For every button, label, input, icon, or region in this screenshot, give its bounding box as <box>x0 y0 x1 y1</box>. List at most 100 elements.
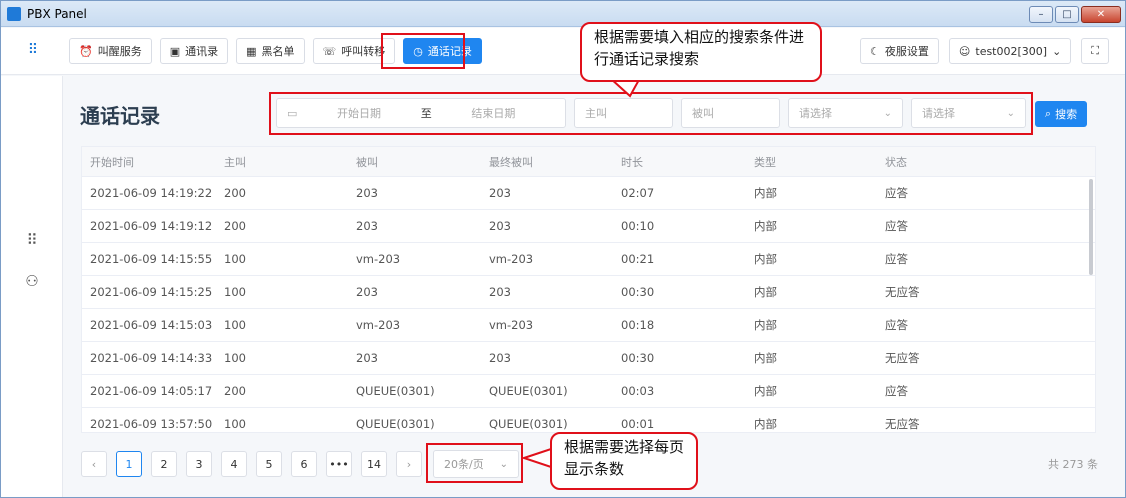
cell-duration: 00:30 <box>621 285 655 299</box>
user-icon: ☺ <box>958 44 971 58</box>
cell-type: 内部 <box>754 318 777 332</box>
fullscreen-button[interactable]: ⛶ <box>1081 38 1109 64</box>
phone-forward-icon: ☏ <box>322 44 337 58</box>
table-row[interactable]: 2021-06-09 14:05:17 200 QUEUE(0301) QUEUE(0… <box>82 375 1095 408</box>
next-page-button[interactable]: › <box>396 451 422 477</box>
cell-callee: vm-203 <box>356 252 401 266</box>
page-size-hint-callout: 根据需要选择每页显示条数 <box>550 432 698 490</box>
alarm-clock-icon: ⏰ <box>79 44 93 58</box>
nav-blacklist[interactable]: ▦ 黑名单 <box>236 38 305 64</box>
table-row[interactable]: 2021-06-09 14:19:22 200 203 203 02:07 内部 应答 <box>82 177 1095 210</box>
cell-caller: 100 <box>224 285 246 299</box>
cell-start-time: 2021-06-09 14:05:17 <box>90 384 213 398</box>
cell-caller: 100 <box>224 351 246 365</box>
page-button[interactable]: 14 <box>361 451 387 477</box>
cell-type: 内部 <box>754 384 777 398</box>
col-type[interactable]: 类型 <box>746 154 877 170</box>
table-row[interactable]: 2021-06-09 14:15:55 100 vm-203 vm-203 00:21 内… <box>82 243 1095 276</box>
table-row[interactable]: 2021-06-09 14:19:12 200 203 203 00:10 内部 应答 <box>82 210 1095 243</box>
cell-duration: 00:30 <box>621 351 655 365</box>
table-row[interactable]: 2021-06-09 13:57:50 100 QUEUE(0301) QUEUE(0… <box>82 408 1095 432</box>
cell-start-time: 2021-06-09 14:15:25 <box>90 285 213 299</box>
table-row[interactable]: 2021-06-09 14:15:03 100 vm-203 vm-203 00:18 内… <box>82 309 1095 342</box>
cell-type: 内部 <box>754 219 777 233</box>
total-count: 共 273 条 <box>1048 458 1098 471</box>
contacts-icon: ▣ <box>169 44 181 58</box>
col-status[interactable]: 状态 <box>877 154 1077 170</box>
table-row[interactable]: 2021-06-09 14:15:25 100 203 203 00:30 内部 无应答 <box>82 276 1095 309</box>
cell-callee: 203 <box>356 285 378 299</box>
col-callee[interactable]: 被叫 <box>348 154 481 170</box>
window-title: PBX Panel <box>27 6 87 21</box>
search-button[interactable]: ⌕ 搜索 <box>1035 101 1087 127</box>
col-start-time[interactable]: 开始时间 <box>82 154 216 170</box>
table-row[interactable]: 2021-06-09 14:14:33 100 203 203 00:30 内部 无应答 <box>82 342 1095 375</box>
cell-status: 应答 <box>885 384 908 398</box>
col-final-callee[interactable]: 最终被叫 <box>481 154 613 170</box>
cell-final-callee: 203 <box>489 219 511 233</box>
cell-final-callee: QUEUE(0301) <box>489 417 568 431</box>
cell-duration: 02:07 <box>621 186 655 200</box>
cell-caller: 100 <box>224 252 246 266</box>
cell-status: 应答 <box>885 252 908 266</box>
page-button[interactable]: 6 <box>291 451 317 477</box>
page-title: 通话记录 <box>80 104 160 128</box>
cell-caller: 200 <box>224 384 246 398</box>
cell-final-callee: 203 <box>489 285 511 299</box>
user-menu[interactable]: ☺ test002[300] ⌄ <box>948 38 1072 64</box>
close-button[interactable]: ✕ <box>1081 6 1121 23</box>
cell-start-time: 2021-06-09 14:19:22 <box>90 186 213 200</box>
cell-final-callee: QUEUE(0301) <box>489 384 568 398</box>
cell-status: 无应答 <box>885 285 920 299</box>
cell-start-time: 2021-06-09 14:15:55 <box>90 252 213 266</box>
pagination: ‹ 1 2 3 4 5 6 ••• 14 › <box>81 451 422 477</box>
maximize-button[interactable]: □ <box>1055 6 1079 23</box>
page-button[interactable]: 5 <box>256 451 282 477</box>
cell-start-time: 2021-06-09 14:15:03 <box>90 318 213 332</box>
cell-duration: 00:03 <box>621 384 655 398</box>
nav-contacts[interactable]: ▣ 通讯录 <box>159 38 229 64</box>
cell-callee: 203 <box>356 351 378 365</box>
page-button[interactable]: 1 <box>116 451 142 477</box>
cell-duration: 00:21 <box>621 252 655 266</box>
cell-duration: 00:01 <box>621 417 655 431</box>
blacklist-icon: ▦ <box>246 44 257 58</box>
call-records-table: 开始时间 主叫 被叫 最终被叫 时长 类型 状态 2021-06-09 14:1… <box>81 146 1096 433</box>
grid-logo-icon[interactable]: ⠿ <box>25 42 41 58</box>
table-body: 2021-06-09 14:19:22 200 203 203 02:07 内部 应答 202… <box>82 177 1095 432</box>
cell-callee: 203 <box>356 219 378 233</box>
cell-duration: 00:18 <box>621 318 655 332</box>
cell-caller: 200 <box>224 219 246 233</box>
cell-type: 内部 <box>754 351 777 365</box>
cell-final-callee: 203 <box>489 351 511 365</box>
prev-page-button[interactable]: ‹ <box>81 451 107 477</box>
page-button[interactable]: 4 <box>221 451 247 477</box>
grid-apps-icon[interactable]: ⠿ <box>23 231 41 249</box>
table-scrollbar[interactable] <box>1089 179 1093 275</box>
cell-callee: QUEUE(0301) <box>356 417 435 431</box>
page-button[interactable]: 3 <box>186 451 212 477</box>
page-size-highlight <box>426 443 523 483</box>
cell-start-time: 2021-06-09 13:57:50 <box>90 417 213 431</box>
moon-icon: ☾ <box>870 44 880 58</box>
cell-final-callee: vm-203 <box>489 252 534 266</box>
search-hint-callout: 根据需要填入相应的搜索条件进行通话记录搜索 <box>580 22 822 82</box>
app-icon <box>7 6 21 21</box>
search-icon: ⌕ <box>1044 107 1052 120</box>
nav-wakeup-service[interactable]: ⏰ 叫醒服务 <box>69 38 152 64</box>
minimize-button[interactable]: – <box>1029 6 1053 23</box>
col-caller[interactable]: 主叫 <box>216 154 348 170</box>
more-pages-button[interactable]: ••• <box>326 451 352 477</box>
night-service-button[interactable]: ☾ 夜服设置 <box>860 38 939 64</box>
cell-status: 应答 <box>885 318 908 332</box>
cell-callee: QUEUE(0301) <box>356 384 435 398</box>
col-duration[interactable]: 时长 <box>613 154 746 170</box>
cell-start-time: 2021-06-09 14:19:12 <box>90 219 213 233</box>
window-titlebar: PBX Panel – □ ✕ <box>1 1 1125 27</box>
top-bar: ⠿ ⏰ 叫醒服务 ▣ 通讯录 ▦ 黑名单 ☏ 呼叫转移 ◷ 通话记录 ☾ 夜服设置 ☺ tes… <box>1 28 1125 75</box>
page-button[interactable]: 2 <box>151 451 177 477</box>
cell-final-callee: 203 <box>489 186 511 200</box>
users-icon[interactable]: ⚇ <box>23 272 41 290</box>
cell-type: 内部 <box>754 417 777 431</box>
cell-status: 无应答 <box>885 351 920 365</box>
